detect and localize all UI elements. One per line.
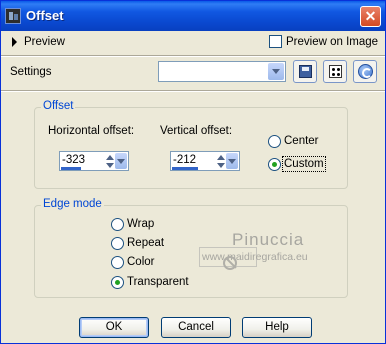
watermark: Pinuccia www.maidiregrafica.eu: [199, 230, 329, 278]
horizontal-slider-bar[interactable]: [61, 167, 81, 170]
window-title: Offset: [26, 8, 64, 23]
vertical-offset-label: Vertical offset:: [160, 125, 233, 137]
reset-button[interactable]: [353, 60, 377, 83]
reset-icon: [358, 64, 373, 79]
watermark-name: Pinuccia: [232, 230, 305, 249]
custom-label[interactable]: Custom: [282, 156, 326, 172]
cancel-button[interactable]: Cancel: [161, 317, 231, 338]
vertical-stepper-icon[interactable]: [215, 153, 226, 169]
close-button[interactable]: ✕: [360, 6, 381, 27]
app-icon: [5, 8, 21, 24]
help-label: Help: [265, 321, 289, 333]
vertical-dropdown-icon[interactable]: [226, 153, 238, 169]
chevron-down-icon[interactable]: [268, 63, 284, 80]
offset-dialog: Offset ✕ Preview Preview on Image Settin…: [0, 0, 386, 344]
settings-label: Settings: [10, 66, 52, 78]
preview-on-image-checkbox[interactable]: [269, 35, 282, 48]
color-radio[interactable]: [111, 256, 124, 269]
repeat-radio[interactable]: [111, 237, 124, 250]
horizontal-dropdown-icon[interactable]: [115, 153, 127, 169]
horizontal-offset-field[interactable]: -323: [59, 151, 129, 171]
expand-triangle-icon[interactable]: [12, 37, 17, 47]
watermark-logo-icon: [223, 256, 237, 270]
preview-row: Preview Preview on Image: [1, 34, 385, 52]
separator: [1, 90, 385, 92]
vertical-offset-field[interactable]: -212: [170, 151, 240, 171]
horizontal-offset-value[interactable]: -323: [62, 154, 85, 166]
ok-label: OK: [105, 321, 123, 333]
center-label[interactable]: Center: [284, 135, 319, 147]
vertical-slider-bar[interactable]: [172, 167, 198, 170]
close-icon: ✕: [364, 8, 377, 24]
offset-group: Offset Horizontal offset: -323 Vertical …: [34, 100, 348, 189]
vertical-offset-value[interactable]: -212: [173, 154, 196, 166]
watermark-url: www.maidiregrafica.eu: [202, 251, 308, 263]
edge-mode-group-title: Edge mode: [41, 198, 104, 210]
save-icon: [299, 65, 312, 78]
wrap-radio[interactable]: [111, 218, 124, 231]
horizontal-stepper-icon[interactable]: [104, 153, 115, 169]
separator: [1, 55, 385, 57]
custom-radio[interactable]: [268, 158, 281, 171]
repeat-label[interactable]: Repeat: [127, 237, 164, 249]
center-radio[interactable]: [268, 135, 281, 148]
preview-label[interactable]: Preview: [24, 36, 65, 48]
randomize-button[interactable]: [323, 60, 347, 83]
offset-group-title: Offset: [41, 100, 76, 112]
wrap-label[interactable]: Wrap: [127, 218, 154, 230]
preview-on-image-label[interactable]: Preview on Image: [286, 36, 378, 48]
save-preset-button[interactable]: [293, 60, 317, 83]
randomize-dice-icon: [329, 65, 342, 78]
title-bar[interactable]: Offset ✕: [1, 1, 385, 31]
transparent-radio[interactable]: [111, 276, 124, 289]
horizontal-offset-label: Horizontal offset:: [48, 125, 135, 137]
help-button[interactable]: Help: [242, 317, 312, 338]
transparent-label[interactable]: Transparent: [127, 276, 189, 288]
cancel-label: Cancel: [178, 321, 214, 333]
color-label[interactable]: Color: [127, 256, 154, 268]
settings-combo[interactable]: [158, 61, 286, 82]
ok-button[interactable]: OK: [79, 317, 149, 338]
